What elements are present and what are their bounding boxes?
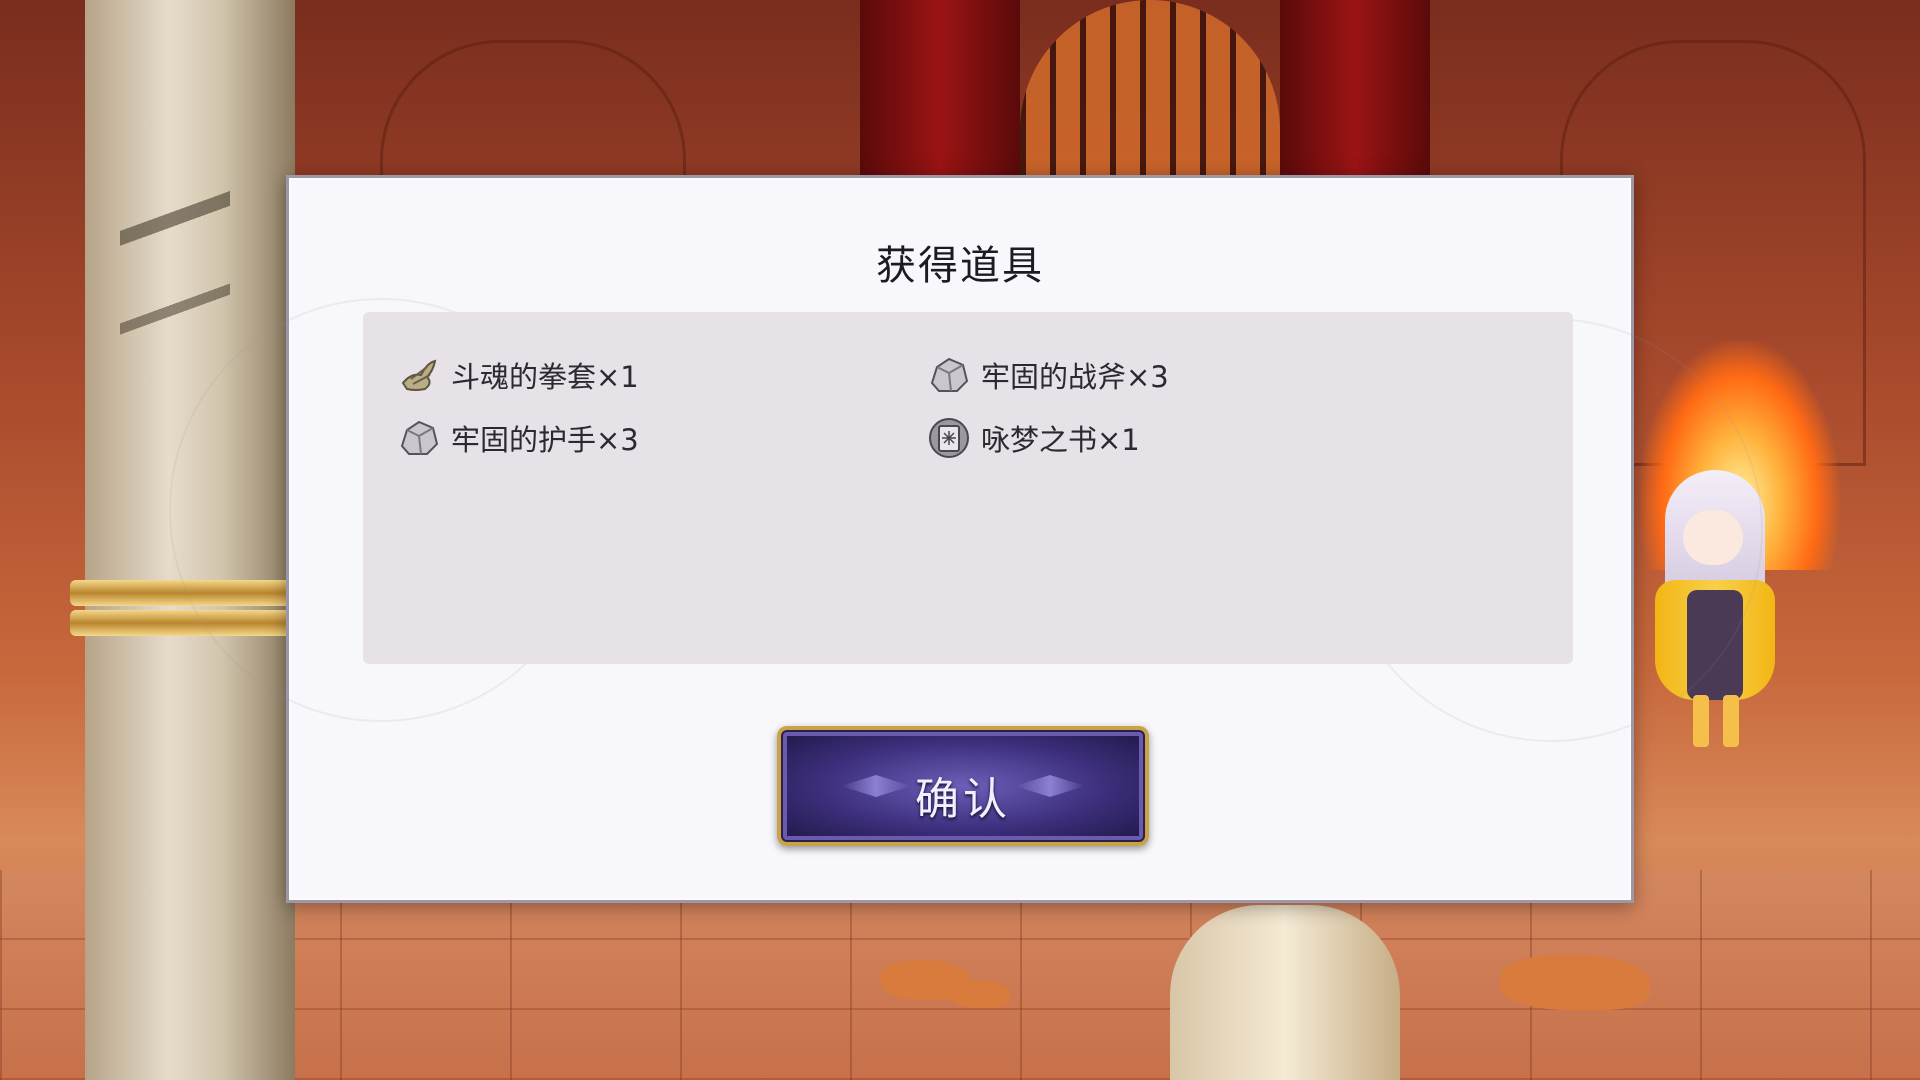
item-name: 咏梦之书×1: [981, 423, 1140, 457]
item-list-panel: 斗魂的拳套×1 牢固的战斧×3 牢固的护手×3 咏梦之书×1: [363, 312, 1573, 664]
confirm-button[interactable]: 确认: [777, 726, 1149, 846]
list-item: 咏梦之书×1: [927, 415, 1140, 461]
list-item: 牢固的战斧×3: [927, 352, 1169, 398]
curtain-right: [1280, 0, 1430, 180]
gauntlet-icon: [397, 353, 441, 397]
dialog-title: 获得道具: [876, 243, 1044, 289]
curtain-left: [860, 0, 1020, 180]
rubble-rock: [950, 980, 1010, 1008]
item-name: 牢固的战斧×3: [981, 360, 1169, 394]
item-name: 牢固的护手×3: [451, 423, 639, 457]
confirm-button-label: 确认: [915, 774, 1011, 825]
item-obtained-dialog: 获得道具 斗魂的拳套×1 牢固的战斧×3 牢固的护手×3 咏梦之书×1 确认: [169, 175, 1763, 903]
list-item: 斗魂的拳套×1: [397, 352, 639, 398]
ore-rock-icon: [397, 416, 441, 460]
decorative-urn: [1170, 905, 1400, 1080]
ore-rock-icon: [927, 353, 971, 397]
book-icon: [927, 416, 971, 460]
gothic-window: [1020, 0, 1280, 175]
rubble-rock: [1500, 955, 1650, 1010]
list-item: 牢固的护手×3: [397, 415, 639, 461]
item-name: 斗魂的拳套×1: [451, 360, 639, 394]
